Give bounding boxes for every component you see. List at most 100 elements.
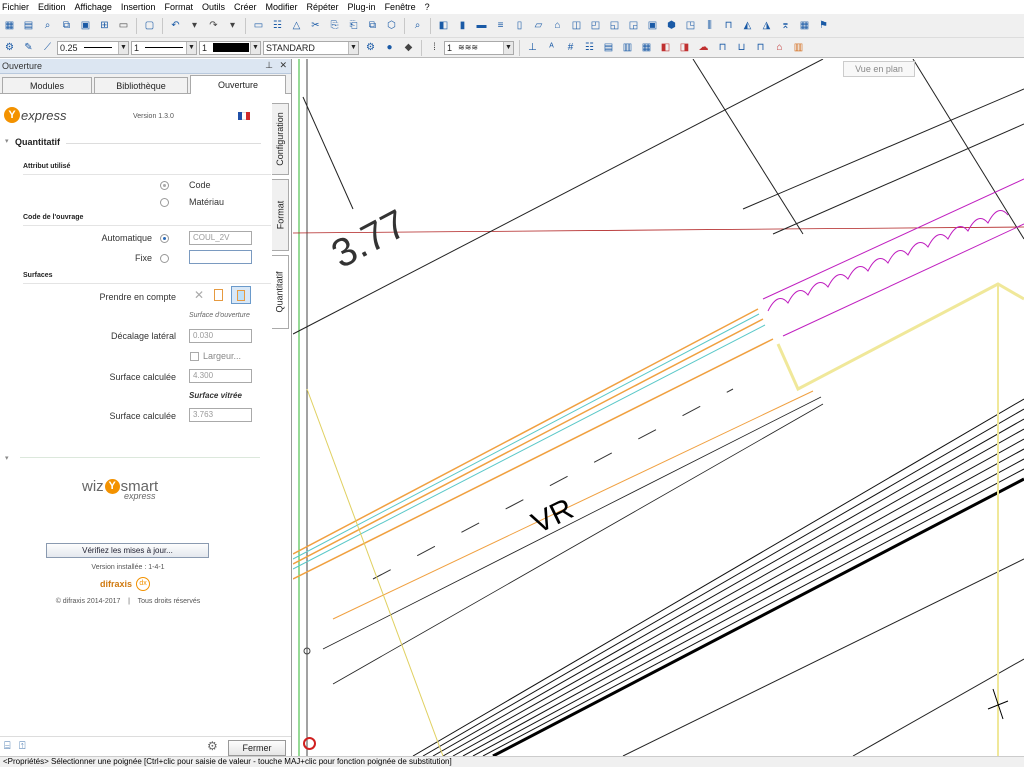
menu-edition[interactable]: Edition (38, 2, 66, 12)
door-icon[interactable]: ▯ (512, 18, 527, 33)
layer-settings-icon[interactable]: ⚙ (363, 40, 378, 55)
object-icon[interactable]: ◳ (683, 18, 698, 33)
attr-material-radio[interactable] (160, 198, 169, 207)
check-updates-button[interactable]: Vérifiez les mises à jour... (46, 543, 209, 558)
element-icon[interactable]: ◲ (626, 18, 641, 33)
cloud-icon[interactable]: ☁ (696, 40, 711, 55)
menu-creer[interactable]: Créer (234, 2, 257, 12)
house-icon[interactable]: ⌂ (772, 40, 787, 55)
attr-code-radio[interactable] (160, 181, 169, 190)
opening-icon[interactable]: ◫ (569, 18, 584, 33)
redo-icon[interactable]: ↷ (206, 18, 221, 33)
highlight-icon[interactable]: ◧ (658, 40, 673, 55)
print-icon[interactable]: ⊞ (97, 18, 112, 33)
copy-icon[interactable]: ⎘ (327, 18, 342, 33)
view-label[interactable]: Vue en plan (843, 61, 915, 77)
view-icon[interactable]: ▢ (142, 18, 157, 33)
auto-code-field[interactable]: COUL_2V (189, 231, 252, 245)
stair-icon[interactable]: ≡ (493, 18, 508, 33)
markup-icon[interactable]: ◨ (677, 40, 692, 55)
hatch-select[interactable]: 1 ≋≋≋ ▼ (444, 40, 514, 55)
layer-lock-icon[interactable]: ◆ (401, 40, 416, 55)
auto-radio[interactable] (160, 234, 169, 243)
tab-quantitatif[interactable]: Quantitatif (272, 255, 289, 329)
label-icon[interactable]: ▤ (601, 40, 616, 55)
3d-icon[interactable]: ⬡ (384, 18, 399, 33)
text-icon[interactable]: ᴬ (544, 40, 559, 55)
measure-icon[interactable]: ▭ (251, 18, 266, 33)
menu-affichage[interactable]: Affichage (75, 2, 112, 12)
comment-icon[interactable]: ▭ (116, 18, 131, 33)
chart-icon[interactable]: ▥ (791, 40, 806, 55)
slab-icon[interactable]: ▱ (531, 18, 546, 33)
eyedropper-icon[interactable]: ⟋ (40, 40, 55, 55)
chimney-icon[interactable]: ⊓ (721, 18, 736, 33)
menu-plugin[interactable]: Plug-in (348, 2, 376, 12)
gear-icon[interactable]: ⚙ (207, 739, 218, 753)
export-icon[interactable]: ⍐ (19, 740, 26, 753)
pen-icon[interactable]: ✎ (21, 40, 36, 55)
line-type-select[interactable]: 1 ▼ (131, 40, 197, 55)
tab-ouverture[interactable]: Ouverture (190, 75, 286, 94)
calc-field[interactable]: 4.300 (189, 369, 252, 383)
drawing-canvas[interactable]: 3.77 VR Vue en plan (293, 59, 1024, 756)
beam-icon[interactable]: ▬ (474, 18, 489, 33)
width-checkbox[interactable] (190, 352, 199, 361)
paste-icon[interactable]: ⎗ (346, 18, 361, 33)
color-select[interactable]: 1 ▼ (199, 40, 261, 55)
block2-icon[interactable]: ⊔ (734, 40, 749, 55)
layer-visibility-icon[interactable]: ● (382, 40, 397, 55)
help-icon[interactable]: ⌕ (410, 18, 425, 33)
cube-icon[interactable]: ⬢ (664, 18, 679, 33)
flag-fr-icon[interactable] (238, 112, 250, 120)
elevation-icon[interactable]: ◮ (759, 18, 774, 33)
pin-icon[interactable]: ⊥ (265, 60, 273, 71)
wall-icon[interactable]: ◧ (436, 18, 451, 33)
lateral-field[interactable]: 0.030 (189, 329, 252, 343)
fixe-radio[interactable] (160, 254, 169, 263)
hatch-style-icon[interactable]: ⁞ (427, 40, 442, 55)
menu-help[interactable]: ? (425, 2, 430, 12)
undo-icon[interactable]: ↶ (168, 18, 183, 33)
frame-outer-icon[interactable] (214, 289, 223, 301)
menu-insertion[interactable]: Insertion (121, 2, 156, 12)
menu-fenetre[interactable]: Fenêtre (385, 2, 416, 12)
menu-modifier[interactable]: Modifier (266, 2, 298, 12)
railing-icon[interactable]: ⫼ (702, 18, 717, 33)
menu-repeter[interactable]: Répéter (307, 2, 339, 12)
align-icon[interactable]: ☷ (582, 40, 597, 55)
collapse-icon[interactable]: ▾ (5, 454, 9, 462)
undo-dropdown-icon[interactable]: ▾ (187, 18, 202, 33)
grid-icon[interactable]: ▦ (797, 18, 812, 33)
section-icon[interactable]: ◭ (740, 18, 755, 33)
roofing-icon[interactable]: ⌆ (778, 18, 793, 33)
redo-dropdown-icon[interactable]: ▾ (225, 18, 240, 33)
collapse-icon[interactable]: ▾ (5, 137, 9, 145)
open-folder-icon[interactable]: ⌸ (4, 740, 11, 753)
roof-icon[interactable]: ⌂ (550, 18, 565, 33)
close-button[interactable]: Fermer (228, 740, 286, 756)
dimension-icon[interactable]: ⊥ (525, 40, 540, 55)
glass-field[interactable]: 3.763 (189, 408, 252, 422)
block3-icon[interactable]: ⊓ (753, 40, 768, 55)
cut-icon[interactable]: ✂ (308, 18, 323, 33)
pen-thickness-select[interactable]: 0.25 ▼ (57, 40, 129, 55)
layers-icon[interactable]: ▦ (2, 18, 17, 33)
frame-icon[interactable]: ▦ (639, 40, 654, 55)
tab-bibliotheque[interactable]: Bibliothèque (94, 77, 188, 93)
layer-select[interactable]: STANDARD ▼ (263, 40, 359, 55)
tab-configuration[interactable]: Configuration (272, 103, 289, 175)
tool-icon[interactable]: ⚙ (2, 40, 17, 55)
close-icon[interactable]: ✕ (279, 60, 287, 71)
table-icon[interactable]: ☷ (270, 18, 285, 33)
frame-inner-icon[interactable] (231, 286, 251, 304)
niche-icon[interactable]: ◱ (607, 18, 622, 33)
calculator-icon[interactable]: ▤ (21, 18, 36, 33)
block-icon[interactable]: ⊓ (715, 40, 730, 55)
search-icon[interactable]: ⌕ (40, 18, 55, 33)
menu-format[interactable]: Format (164, 2, 193, 12)
numbering-icon[interactable]: # (563, 40, 578, 55)
column-icon[interactable]: ▮ (455, 18, 470, 33)
menu-outils[interactable]: Outils (202, 2, 225, 12)
fixe-code-field[interactable] (189, 250, 252, 264)
